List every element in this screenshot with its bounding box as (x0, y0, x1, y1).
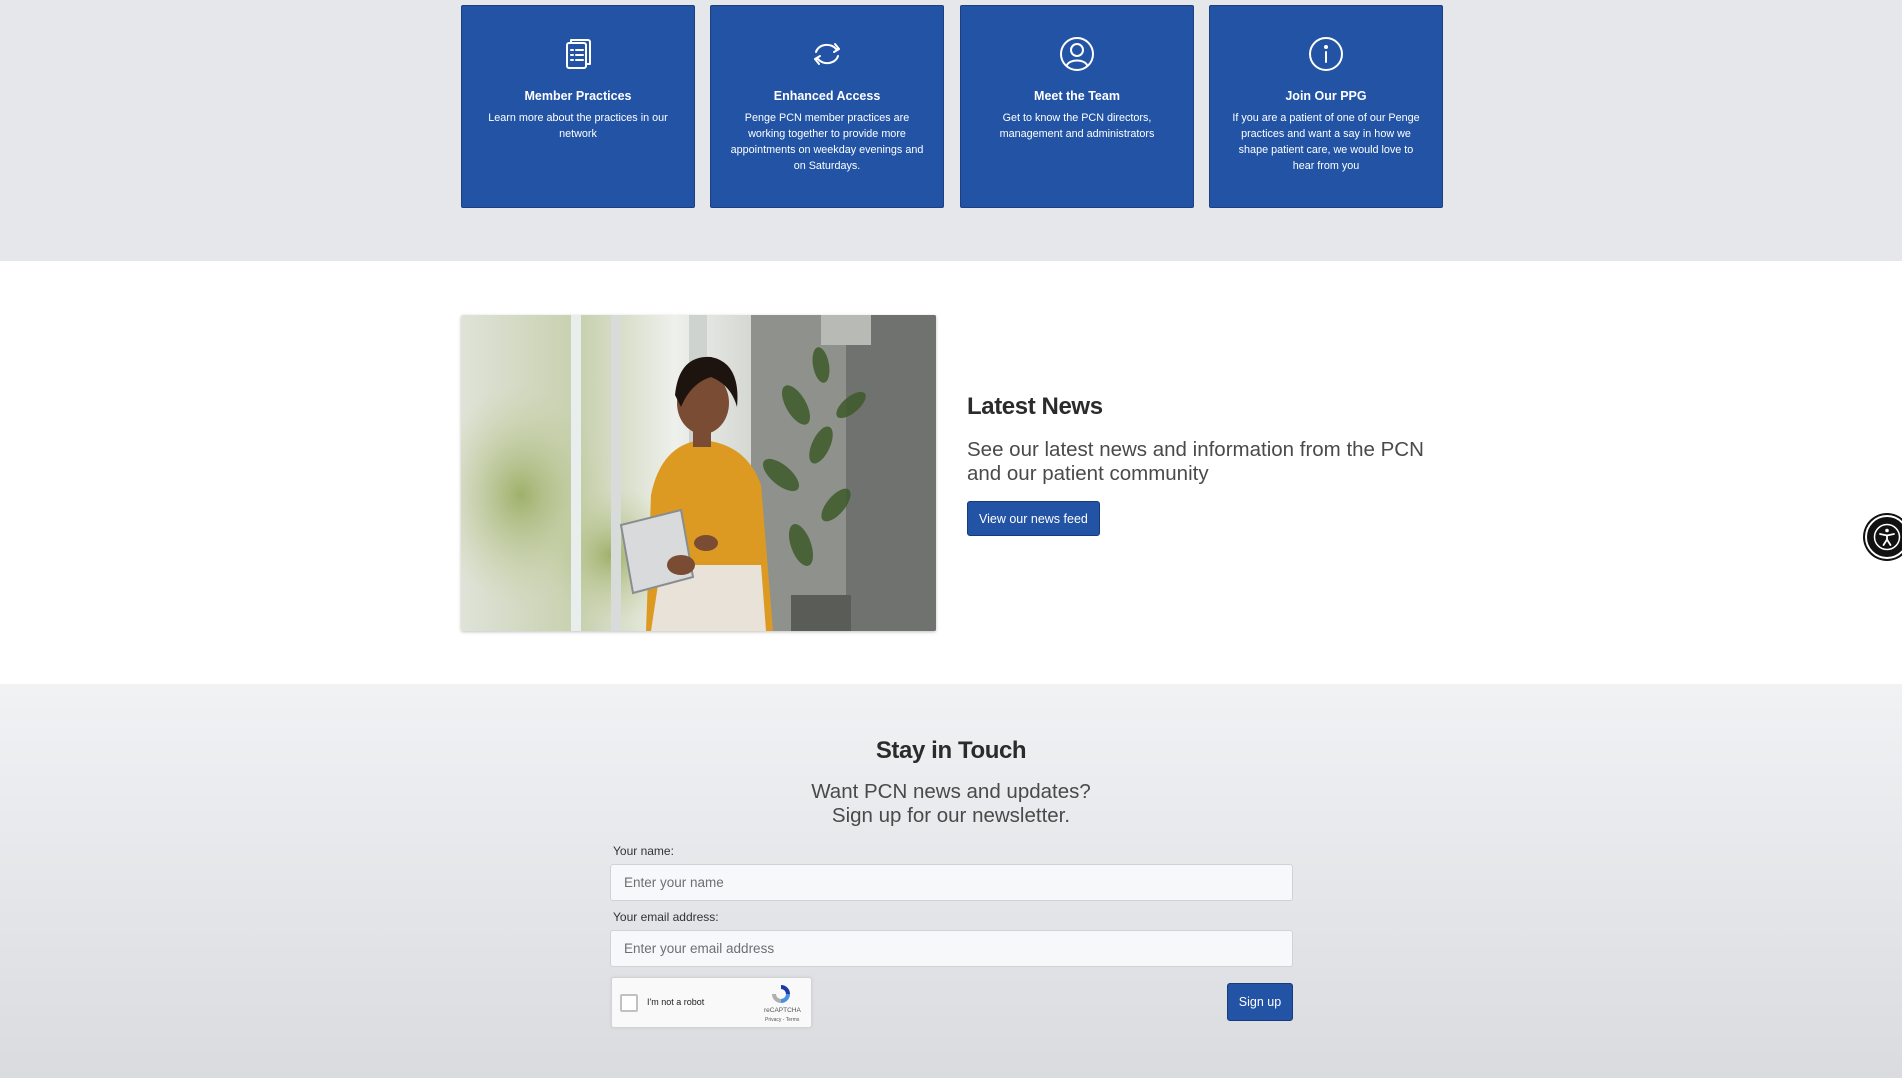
recaptcha-checkbox[interactable] (620, 994, 638, 1012)
card-text: Penge PCN member practices are working t… (730, 112, 924, 172)
card-title: Meet the Team (1034, 89, 1120, 103)
services-cards-section: Member Practices Learn more about the pr… (0, 0, 1902, 261)
card-title: Join Our PPG (1285, 89, 1367, 103)
recaptcha-logo-icon (772, 985, 790, 1003)
name-label: Your name: (613, 844, 674, 858)
clipboard-icon (559, 35, 597, 73)
newsletter-section: Stay in Touch Want PCN news and updates?… (0, 684, 1902, 1078)
newsletter-subtitle-line2: Sign up for our newsletter. (831, 804, 1071, 827)
card-member-practices[interactable]: Member Practices Learn more about the pr… (461, 5, 695, 208)
refresh-icon (808, 35, 846, 73)
card-text: Get to know the PCN directors, managemen… (999, 112, 1155, 140)
name-input[interactable] (610, 864, 1293, 901)
card-title: Enhanced Access (773, 89, 881, 103)
news-text-block: Latest News See our latest news and info… (967, 393, 1447, 536)
card-enhanced-access[interactable]: Enhanced Access Penge PCN member practic… (710, 5, 944, 208)
accessibility-icon (1873, 523, 1901, 551)
accessibility-button[interactable] (1865, 515, 1902, 559)
email-input[interactable] (610, 930, 1293, 967)
newsletter-subtitle: Want PCN news and updates? Sign up for o… (0, 780, 1902, 828)
card-text: If you are a patient of one of our Penge… (1232, 112, 1420, 172)
newsletter-title: Stay in Touch (875, 737, 1027, 764)
email-label: Your email address: (613, 910, 719, 924)
recaptcha-terms-link[interactable]: Privacy - Terms (765, 1017, 799, 1023)
news-lead: See our latest news and information from… (967, 438, 1424, 485)
card-join-our-ppg[interactable]: Join Our PPG If you are a patient of one… (1209, 5, 1443, 208)
news-photo (461, 315, 936, 631)
recaptcha-brand: reCAPTCHA (764, 1007, 801, 1014)
latest-news-section: Latest News See our latest news and info… (0, 261, 1902, 684)
view-news-feed-button[interactable]: View our news feed (967, 501, 1100, 536)
news-title: Latest News (967, 393, 1103, 420)
card-text: Learn more about the practices in our ne… (488, 112, 668, 140)
card-title: Member Practices (524, 89, 632, 103)
recaptcha-label: I'm not a robot (647, 997, 705, 1007)
recaptcha-widget: I'm not a robot reCAPTCHA Privacy - Term… (611, 977, 812, 1028)
newsletter-subtitle-line1: Want PCN news and updates? (811, 780, 1091, 803)
sign-up-button[interactable]: Sign up (1227, 983, 1293, 1021)
info-icon (1307, 35, 1345, 73)
user-circle-icon (1058, 35, 1096, 73)
card-meet-the-team[interactable]: Meet the Team Get to know the PCN direct… (960, 5, 1194, 208)
